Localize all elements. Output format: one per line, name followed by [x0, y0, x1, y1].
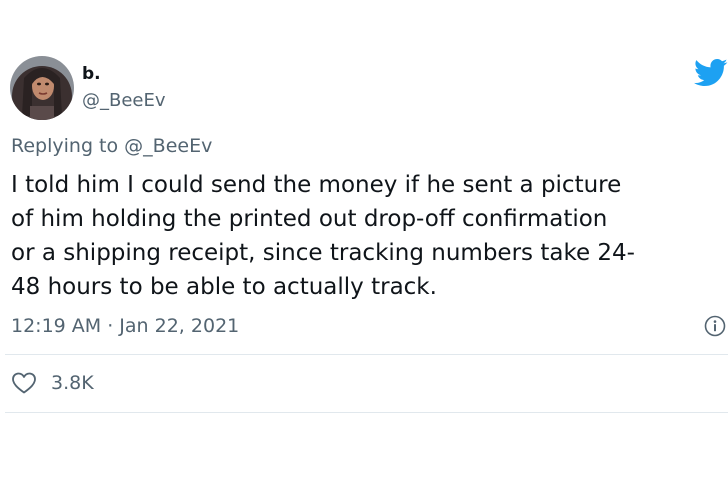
- tweet-line: or a shipping receipt, since tracking nu…: [11, 240, 635, 266]
- twitter-bird-icon[interactable]: [694, 58, 728, 88]
- tweet-text: I told him I could send the money if he …: [11, 168, 728, 304]
- tweet-line: of him holding the printed out drop-off …: [11, 206, 608, 232]
- divider: [5, 412, 728, 413]
- like-button[interactable]: 3.8K: [11, 371, 94, 395]
- tweet-line: I told him I could send the money if he …: [11, 172, 622, 198]
- tweet-timestamp[interactable]: 12:19 AM · Jan 22, 2021: [11, 314, 239, 338]
- heart-icon[interactable]: [11, 371, 37, 395]
- profile-photo: [10, 56, 74, 120]
- replying-to[interactable]: Replying to @_BeeEv: [11, 134, 212, 158]
- divider: [5, 354, 728, 355]
- user-handle[interactable]: @_BeeEv: [82, 90, 166, 112]
- tweet-line: 48 hours to be able to actually track.: [11, 274, 437, 300]
- avatar[interactable]: [10, 56, 74, 120]
- display-name[interactable]: b.: [82, 64, 101, 84]
- info-icon[interactable]: [704, 315, 726, 337]
- like-count: 3.8K: [51, 372, 94, 394]
- tweet-card: b. @_BeeEv Replying to @_BeeEv I told hi…: [0, 0, 728, 485]
